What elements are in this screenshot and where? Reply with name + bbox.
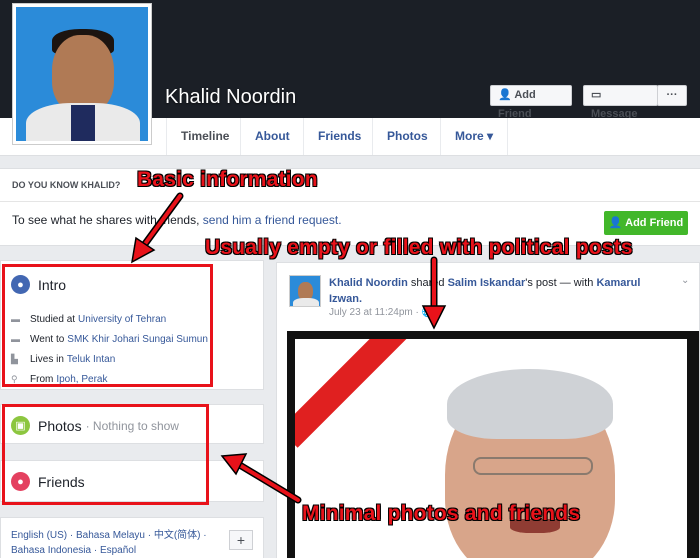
friend-request-panel: DO YOU KNOW KHALID? To see what he share… — [0, 168, 700, 246]
panel-heading: DO YOU KNOW KHALID? — [12, 180, 121, 190]
annotation-box-intro — [2, 264, 213, 387]
avatar — [16, 7, 148, 141]
profile-picture[interactable] — [12, 3, 152, 145]
annotation-basic-info: Basic information — [137, 168, 318, 191]
chevron-down-icon[interactable]: ⌄ — [681, 275, 689, 286]
post-author[interactable]: Khalid Noordin — [329, 277, 408, 289]
post-avatar[interactable] — [289, 275, 321, 307]
mourning-ribbon — [295, 339, 411, 448]
panel-text: To see what he shares with friends, send… — [12, 213, 342, 227]
post-source[interactable]: Salim Iskandar — [448, 277, 526, 289]
annotation-minimal: Minimal photos and friends — [302, 502, 581, 525]
post-header: Khalid Noordin shared Salim Iskandar's p… — [329, 277, 641, 305]
add-friend-icon: 👤 — [498, 89, 512, 101]
profile-name[interactable]: Khalid Noordin — [165, 86, 296, 109]
post-timestamp[interactable]: July 23 at 11:24pm · 🌐 — [329, 307, 434, 318]
add-friend-button[interactable]: 👤 Add Friend — [490, 85, 572, 120]
message-icon: ▭ — [591, 89, 602, 101]
more-options-button[interactable]: ··· — [657, 85, 687, 106]
tab-friends[interactable]: Friends — [303, 118, 375, 155]
language-links[interactable]: English (US) · Bahasa Melayu · 中文(简体) · … — [11, 528, 221, 558]
add-friend-green-button[interactable]: 👤 Add Friend — [604, 211, 688, 235]
add-friend-icon: 👤 — [608, 217, 623, 229]
language-card: English (US) · Bahasa Melayu · 中文(简体) · … — [0, 517, 264, 558]
annotation-political-posts: Usually empty or filled with political p… — [205, 236, 633, 259]
friend-request-link[interactable]: send him a friend request. — [203, 213, 342, 227]
add-language-button[interactable]: + — [229, 530, 253, 550]
tab-more[interactable]: More ▾ — [440, 118, 509, 155]
tab-about[interactable]: About — [240, 118, 304, 155]
tab-timeline[interactable]: Timeline — [166, 118, 243, 155]
message-button[interactable]: ▭ Message — [583, 85, 658, 120]
annotation-box-photos-friends — [2, 404, 209, 505]
divider — [0, 201, 700, 202]
tab-photos[interactable]: Photos — [372, 118, 442, 155]
